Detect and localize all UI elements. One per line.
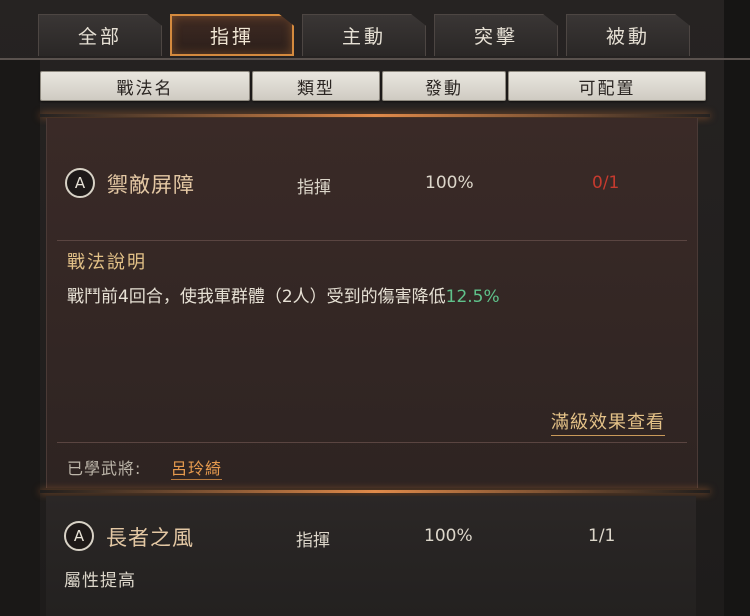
right-frame (724, 0, 750, 616)
tab-assault[interactable]: 突擊 (434, 14, 558, 56)
left-frame (0, 60, 40, 616)
tab-command[interactable]: 指揮 (170, 14, 294, 56)
sort-by-trigger-button[interactable]: 發動 (382, 71, 506, 101)
sort-by-type-button[interactable]: 類型 (252, 71, 380, 101)
inner-divider (57, 240, 687, 241)
skill-name: 禦敵屏障 (107, 173, 195, 197)
skill-rate: 100% (424, 526, 473, 546)
max-level-effect-link[interactable]: 滿級效果查看 (551, 408, 665, 436)
learned-general-link[interactable]: 呂玲綺 (171, 455, 223, 480)
skill-rate: 100% (425, 173, 474, 193)
tab-active[interactable]: 主動 (302, 14, 426, 56)
sort-by-name-button[interactable]: 戰法名 (40, 71, 250, 101)
divider-glow (40, 114, 710, 117)
skill-type: 指揮 (297, 178, 331, 198)
description-highlight: 12.5% (445, 287, 500, 307)
grade-badge: A (64, 521, 94, 551)
skill-subtitle: 屬性提高 (64, 571, 136, 591)
skill-config-count: 1/1 (588, 526, 616, 546)
description-text: 戰鬥前4回合，使我軍群體（2人）受到的傷害降低12.5% (67, 282, 500, 307)
divider-glow (40, 490, 710, 493)
tab-divider (0, 58, 750, 60)
skill-row-expanded[interactable]: A 禦敵屏障 指揮 100% 0/1 戰法說明 戰鬥前4回合，使我軍群體（2人）… (46, 118, 698, 488)
skill-config-count: 0/1 (592, 173, 620, 193)
column-headers: 戰法名 類型 發動 可配置 (40, 71, 710, 101)
description-title: 戰法說明 (67, 252, 147, 273)
inner-divider (57, 442, 687, 443)
tab-passive[interactable]: 被動 (566, 14, 690, 56)
learned-generals-label: 已學武將: (67, 459, 142, 478)
skill-type: 指揮 (296, 531, 330, 551)
skill-name: 長者之風 (106, 526, 194, 550)
description-body: 戰鬥前4回合，使我軍群體（2人）受到的傷害降低 (67, 287, 446, 307)
tab-all[interactable]: 全部 (38, 14, 162, 56)
skill-row[interactable]: A 長者之風 指揮 100% 1/1 屬性提高 (46, 496, 696, 616)
grade-badge: A (65, 168, 95, 198)
category-tabs: 全部 指揮 主動 突擊 被動 (38, 14, 690, 58)
sort-by-config-button[interactable]: 可配置 (508, 71, 706, 101)
